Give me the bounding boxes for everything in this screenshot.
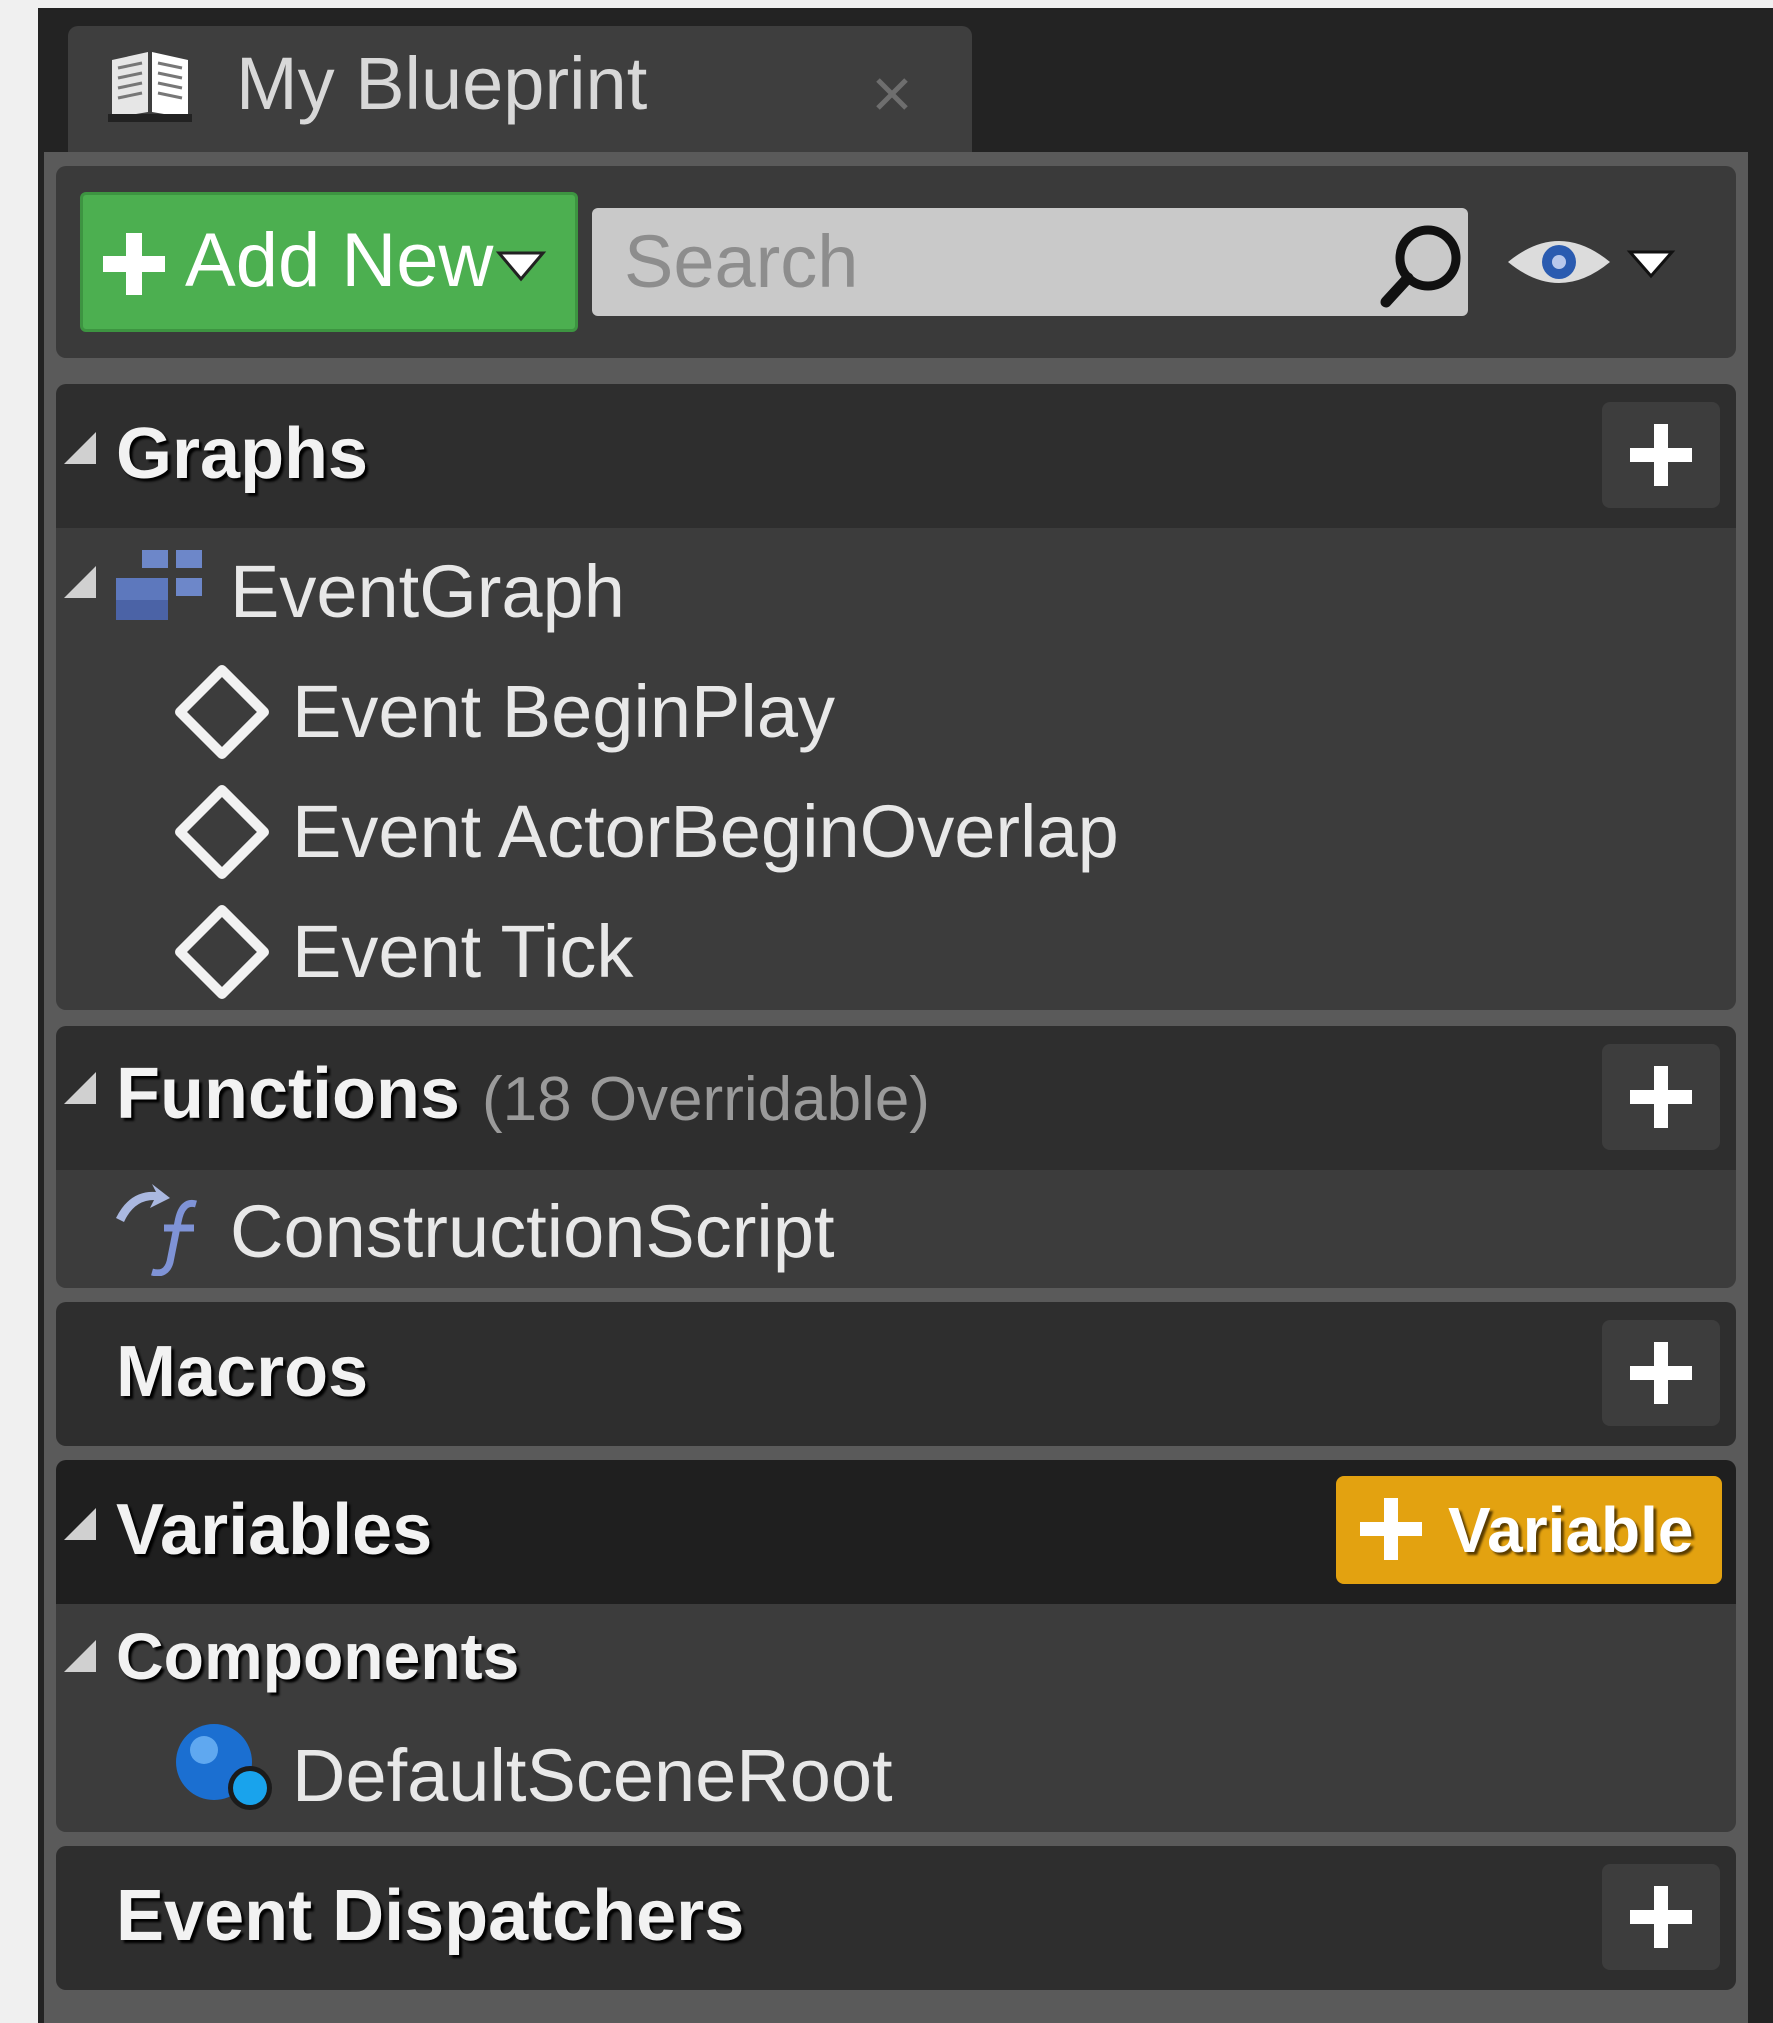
search-placeholder: Search xyxy=(624,220,859,303)
eye-icon[interactable] xyxy=(1504,230,1614,294)
collapse-triangle-icon[interactable] xyxy=(60,1068,100,1108)
add-graph-button[interactable] xyxy=(1602,402,1720,508)
default-scene-root-label[interactable]: DefaultSceneRoot xyxy=(292,1734,893,1818)
chevron-down-icon xyxy=(495,251,547,282)
functions-overridable-count: (18 Overridable) xyxy=(482,1065,930,1134)
event-dispatchers-title: Event Dispatchers xyxy=(116,1876,745,1956)
event-tick-label[interactable]: Event Tick xyxy=(292,910,633,994)
add-macro-button[interactable] xyxy=(1602,1320,1720,1426)
collapse-triangle-icon[interactable] xyxy=(60,1504,100,1544)
add-new-label: Add New xyxy=(185,218,494,303)
tab-title: My Blueprint xyxy=(236,42,648,125)
search-input[interactable]: Search xyxy=(592,208,1468,316)
event-diamond-icon xyxy=(175,665,269,759)
plus-icon xyxy=(1360,1498,1422,1560)
collapse-triangle-icon[interactable] xyxy=(60,1636,100,1676)
event-actorbeginoverlap-label[interactable]: Event ActorBeginOverlap xyxy=(292,790,1119,874)
add-function-button[interactable] xyxy=(1602,1044,1720,1150)
close-icon[interactable] xyxy=(868,70,916,118)
add-variable-button[interactable]: Variable xyxy=(1336,1476,1722,1584)
scene-component-icon xyxy=(176,1724,272,1810)
add-new-button[interactable]: Add New xyxy=(80,192,578,332)
event-diamond-icon xyxy=(175,785,269,879)
event-beginplay-label[interactable]: Event BeginPlay xyxy=(292,670,835,754)
add-variable-label: Variable xyxy=(1448,1494,1694,1566)
variables-title: Variables xyxy=(116,1490,433,1570)
construction-script-label[interactable]: ConstructionScript xyxy=(230,1190,835,1274)
function-icon xyxy=(116,1184,197,1276)
plus-icon xyxy=(1630,1066,1692,1128)
components-category-title[interactable]: Components xyxy=(116,1614,519,1698)
macros-title: Macros xyxy=(116,1332,369,1412)
graphs-title: Graphs xyxy=(116,414,369,494)
functions-title: Functions xyxy=(116,1054,460,1134)
plus-icon xyxy=(1630,1342,1692,1404)
event-diamond-icon xyxy=(175,905,269,999)
event-graph-icon xyxy=(116,550,202,620)
add-event-dispatcher-button[interactable] xyxy=(1602,1864,1720,1970)
collapse-triangle-icon[interactable] xyxy=(60,428,100,468)
search-icon xyxy=(1380,225,1461,308)
view-options-chevron-icon[interactable] xyxy=(1626,248,1676,280)
plus-icon xyxy=(1630,424,1692,486)
plus-icon xyxy=(1630,1886,1692,1948)
event-graph-label[interactable]: EventGraph xyxy=(230,550,625,634)
plus-icon xyxy=(103,233,165,295)
collapse-triangle-icon[interactable] xyxy=(60,562,100,602)
book-icon xyxy=(108,52,192,122)
